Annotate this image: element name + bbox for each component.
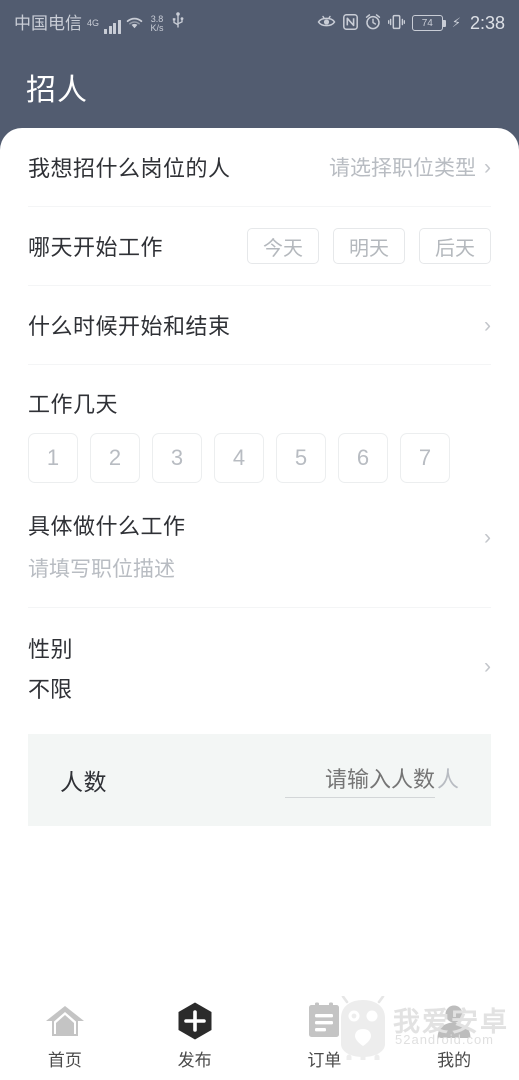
network-type-label: 4G (87, 18, 100, 28)
position-type-placeholder: 请选择职位类型 (329, 157, 476, 180)
nfc-icon (342, 13, 358, 33)
work-days-option-5[interactable]: 5 (276, 433, 326, 483)
section-job-description[interactable]: 具体做什么工作 请填写职位描述 › (0, 483, 519, 583)
home-icon (44, 1002, 86, 1040)
work-days-option-1[interactable]: 1 (28, 433, 78, 483)
battery-level-label: 74 (421, 17, 433, 29)
tab-profile[interactable]: 我的 (389, 992, 519, 1080)
tab-publish-label: 发布 (177, 1050, 212, 1070)
section-work-days: 工作几天 1 2 3 4 5 6 7 (0, 365, 519, 483)
profile-person-icon (435, 1002, 473, 1040)
start-day-chip-group: 今天 明天 后天 (247, 228, 491, 264)
section-gender-label: 性别 (28, 637, 74, 662)
section-work-days-label: 工作几天 (28, 392, 119, 417)
status-bar-right: 74 ⚡ 2:38 (317, 13, 505, 34)
section-job-description-label: 具体做什么工作 (28, 514, 186, 539)
wifi-icon (125, 15, 144, 34)
person-count-field-group: 人 (284, 762, 459, 798)
chip-tomorrow[interactable]: 明天 (333, 228, 405, 264)
page-header: 招人 (0, 46, 519, 128)
row-position-type-label: 我想招什么岗位的人 (28, 156, 231, 181)
person-count-unit: 人 (436, 767, 459, 792)
tab-profile-label: 我的 (437, 1050, 472, 1070)
status-bar-left: 中国电信 4G 3.8 K/s (14, 12, 184, 34)
orders-clipboard-icon (306, 1002, 342, 1040)
status-bar: 中国电信 4G 3.8 K/s 74 ⚡ 2:38 (0, 0, 519, 46)
charging-bolt-icon: ⚡ (451, 15, 461, 30)
work-days-option-6[interactable]: 6 (338, 433, 388, 483)
chip-day-after-tomorrow[interactable]: 后天 (419, 228, 491, 264)
network-speed: 3.8 K/s (151, 15, 164, 34)
eye-icon (317, 15, 336, 32)
row-time-range-label: 什么时候开始和结束 (28, 314, 231, 339)
publish-plus-icon (175, 1002, 215, 1040)
person-count-input[interactable] (284, 767, 435, 798)
section-gender[interactable]: 性别 不限 › (0, 608, 519, 704)
usb-icon (172, 12, 184, 34)
work-days-option-group: 1 2 3 4 5 6 7 (28, 433, 491, 483)
network-speed-unit: K/s (150, 23, 164, 33)
row-start-day: 哪天开始工作 今天 明天 后天 (0, 207, 519, 285)
battery-indicator: 74 (411, 15, 446, 31)
chevron-right-icon: › (484, 155, 491, 179)
signal-bars-icon (104, 19, 121, 34)
tab-home-label: 首页 (47, 1050, 82, 1070)
work-days-option-2[interactable]: 2 (90, 433, 140, 483)
row-time-range[interactable]: 什么时候开始和结束 › (0, 286, 519, 364)
row-start-day-label: 哪天开始工作 (28, 235, 164, 260)
work-days-option-4[interactable]: 4 (214, 433, 264, 483)
tab-orders-label: 订单 (307, 1050, 342, 1070)
tab-home[interactable]: 首页 (0, 992, 130, 1080)
job-description-placeholder: 请填写职位描述 (28, 558, 175, 581)
person-count-label: 人数 (60, 769, 107, 795)
page-title: 招人 (26, 74, 88, 107)
work-days-option-7[interactable]: 7 (400, 433, 450, 483)
clock-label: 2:38 (469, 12, 505, 33)
gender-value: 不限 (28, 677, 73, 702)
form-card: 我想招什么岗位的人 请选择职位类型 › 哪天开始工作 今天 明天 后天 什么时候… (0, 128, 519, 1080)
work-days-option-3[interactable]: 3 (152, 433, 202, 483)
vibrate-icon (387, 14, 405, 33)
row-position-type-value[interactable]: 请选择职位类型 › (329, 152, 491, 182)
chevron-right-icon: › (484, 655, 491, 678)
row-position-type[interactable]: 我想招什么岗位的人 请选择职位类型 › (0, 128, 519, 206)
tab-orders[interactable]: 订单 (260, 992, 390, 1080)
tab-publish[interactable]: 发布 (130, 992, 260, 1080)
carrier-label: 中国电信 (14, 14, 82, 33)
section-person-count: 人数 人 (28, 734, 491, 826)
bottom-tab-bar: 首页 发布 订单 我的 (0, 992, 519, 1080)
alarm-clock-icon (365, 13, 381, 33)
chevron-right-icon: › (484, 526, 491, 549)
chip-today[interactable]: 今天 (247, 228, 319, 264)
chevron-right-icon: › (484, 313, 491, 337)
app-root: 中国电信 4G 3.8 K/s 74 ⚡ 2:38 招人 我想招什么岗位的人 请… (0, 0, 519, 1080)
